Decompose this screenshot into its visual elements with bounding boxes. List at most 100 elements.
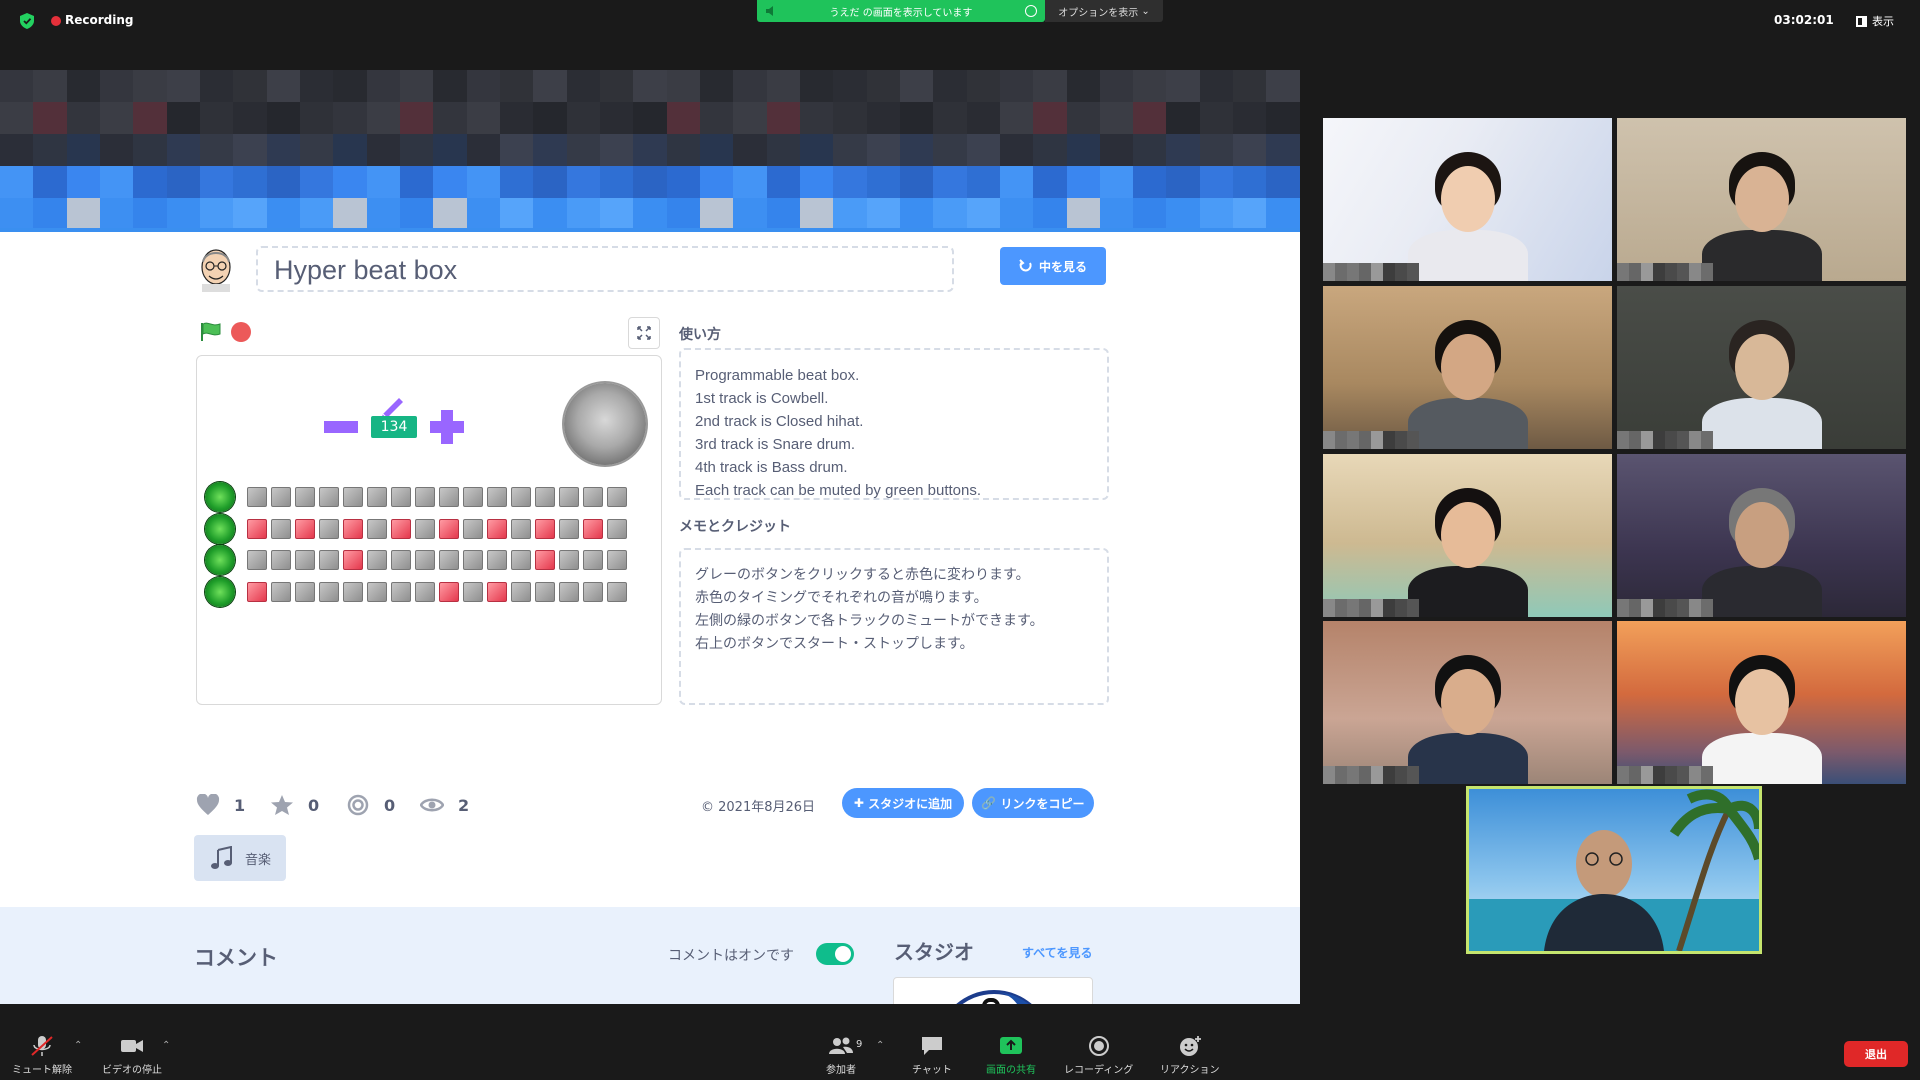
- participant-tile[interactable]: [1323, 286, 1612, 449]
- participant-tile[interactable]: [1617, 621, 1906, 784]
- track-mute-button[interactable]: [205, 513, 235, 544]
- sequencer-step[interactable]: [271, 487, 291, 507]
- sequencer-step[interactable]: [511, 518, 531, 539]
- sequencer-step[interactable]: [439, 518, 459, 539]
- sequencer-step[interactable]: [559, 518, 579, 539]
- participant-tile[interactable]: [1617, 454, 1906, 617]
- sequencer-step[interactable]: [367, 550, 387, 570]
- sequencer-step[interactable]: [295, 518, 315, 539]
- sequencer-step[interactable]: [391, 581, 411, 602]
- author-avatar[interactable]: [196, 246, 236, 292]
- sequencer-step[interactable]: [319, 550, 339, 570]
- view-layout-button[interactable]: 表示: [1856, 13, 1894, 29]
- audio-options-caret[interactable]: ⌃: [74, 1040, 82, 1051]
- track-mute-button[interactable]: [205, 576, 235, 607]
- sequencer-step[interactable]: [415, 518, 435, 539]
- project-title-input[interactable]: Hyper beat box: [256, 246, 954, 292]
- reactions-button[interactable]: リアクション: [1160, 1035, 1220, 1076]
- sequencer-step[interactable]: [439, 581, 459, 602]
- notes-box[interactable]: グレーのボタンをクリックすると赤色に変わります。 赤色のタイミングでそれぞれの音が…: [679, 548, 1109, 705]
- track-mute-button[interactable]: [205, 482, 235, 512]
- sequencer-step[interactable]: [391, 487, 411, 507]
- sequencer-step[interactable]: [487, 518, 507, 539]
- sequencer-step[interactable]: [367, 487, 387, 507]
- sequencer-step[interactable]: [463, 518, 483, 539]
- sequencer-step[interactable]: [415, 550, 435, 570]
- studio-thumbnail[interactable]: [893, 977, 1093, 1004]
- sequencer-step[interactable]: [463, 550, 483, 570]
- sequencer-step[interactable]: [295, 550, 315, 570]
- sequencer-step[interactable]: [535, 550, 555, 570]
- sequencer-step[interactable]: [439, 550, 459, 570]
- record-button[interactable]: レコーディング: [1064, 1035, 1133, 1076]
- fullscreen-button[interactable]: [628, 317, 660, 349]
- sequencer-step[interactable]: [343, 550, 363, 570]
- stop-video-button[interactable]: ビデオの停止: [102, 1035, 162, 1076]
- sequencer-step[interactable]: [607, 550, 627, 570]
- annotate-icon[interactable]: [1025, 5, 1037, 17]
- sequencer-step[interactable]: [391, 550, 411, 570]
- see-all-studios-link[interactable]: すべてを見る: [1022, 944, 1092, 961]
- sequencer-step[interactable]: [607, 487, 627, 507]
- project-stage[interactable]: 134: [196, 355, 662, 705]
- copy-link-button[interactable]: 🔗 リンクをコピー: [972, 788, 1094, 818]
- favorite-stat[interactable]: 0: [270, 794, 319, 816]
- sequencer-step[interactable]: [535, 581, 555, 602]
- sequencer-step[interactable]: [487, 550, 507, 570]
- sequencer-step[interactable]: [343, 518, 363, 539]
- sequencer-step[interactable]: [271, 550, 291, 570]
- sequencer-step[interactable]: [535, 487, 555, 507]
- track-mute-button[interactable]: [205, 545, 235, 575]
- sequencer-step[interactable]: [487, 581, 507, 602]
- participants-caret[interactable]: ⌃: [876, 1040, 884, 1051]
- see-inside-button[interactable]: 中を見る: [1000, 247, 1106, 285]
- green-flag-icon[interactable]: [200, 322, 222, 342]
- sequencer-step[interactable]: [271, 581, 291, 602]
- sequencer-step[interactable]: [367, 581, 387, 602]
- sequencer-step[interactable]: [511, 581, 531, 602]
- sequencer-step[interactable]: [319, 518, 339, 539]
- stop-icon[interactable]: [231, 322, 251, 342]
- participants-button[interactable]: 参加者: [826, 1035, 856, 1076]
- sequencer-step[interactable]: [247, 487, 267, 507]
- chat-button[interactable]: チャット: [912, 1035, 952, 1076]
- music-tag[interactable]: 音楽: [194, 835, 286, 881]
- sequencer-step[interactable]: [583, 487, 603, 507]
- sequencer-step[interactable]: [439, 487, 459, 507]
- sequencer-step[interactable]: [271, 518, 291, 539]
- sequencer-step[interactable]: [583, 581, 603, 602]
- speaker-icon[interactable]: [765, 5, 777, 17]
- tempo-decrease-button[interactable]: [324, 421, 358, 433]
- sequencer-step[interactable]: [247, 581, 267, 602]
- sequencer-step[interactable]: [295, 581, 315, 602]
- tempo-increase-button-vertical[interactable]: [441, 410, 453, 444]
- participant-tile[interactable]: [1323, 454, 1612, 617]
- sequencer-step[interactable]: [559, 550, 579, 570]
- participant-tile[interactable]: [1323, 621, 1612, 784]
- sequencer-step[interactable]: [415, 581, 435, 602]
- unmute-button[interactable]: ミュート解除: [12, 1035, 72, 1076]
- leave-meeting-button[interactable]: 退出: [1844, 1041, 1908, 1067]
- sequencer-step[interactable]: [511, 550, 531, 570]
- sequencer-step[interactable]: [535, 518, 555, 539]
- sequencer-step[interactable]: [583, 550, 603, 570]
- sequencer-step[interactable]: [415, 487, 435, 507]
- sequencer-step[interactable]: [367, 518, 387, 539]
- sequencer-step[interactable]: [343, 581, 363, 602]
- sequencer-step[interactable]: [607, 581, 627, 602]
- sequencer-step[interactable]: [511, 487, 531, 507]
- sequencer-step[interactable]: [391, 518, 411, 539]
- participant-tile[interactable]: [1617, 286, 1906, 449]
- comments-toggle[interactable]: [816, 943, 854, 965]
- sequencer-step[interactable]: [319, 581, 339, 602]
- active-speaker-tile[interactable]: [1466, 786, 1762, 954]
- sequencer-step[interactable]: [607, 518, 627, 539]
- sequencer-step[interactable]: [319, 487, 339, 507]
- sequencer-step[interactable]: [295, 487, 315, 507]
- participant-tile[interactable]: [1323, 118, 1612, 281]
- add-to-studio-button[interactable]: ✚ スタジオに追加: [842, 788, 964, 818]
- instructions-box[interactable]: Programmable beat box. 1st track is Cowbe…: [679, 348, 1109, 500]
- video-options-caret[interactable]: ⌃: [162, 1040, 170, 1051]
- sequencer-step[interactable]: [559, 487, 579, 507]
- participant-tile[interactable]: [1617, 118, 1906, 281]
